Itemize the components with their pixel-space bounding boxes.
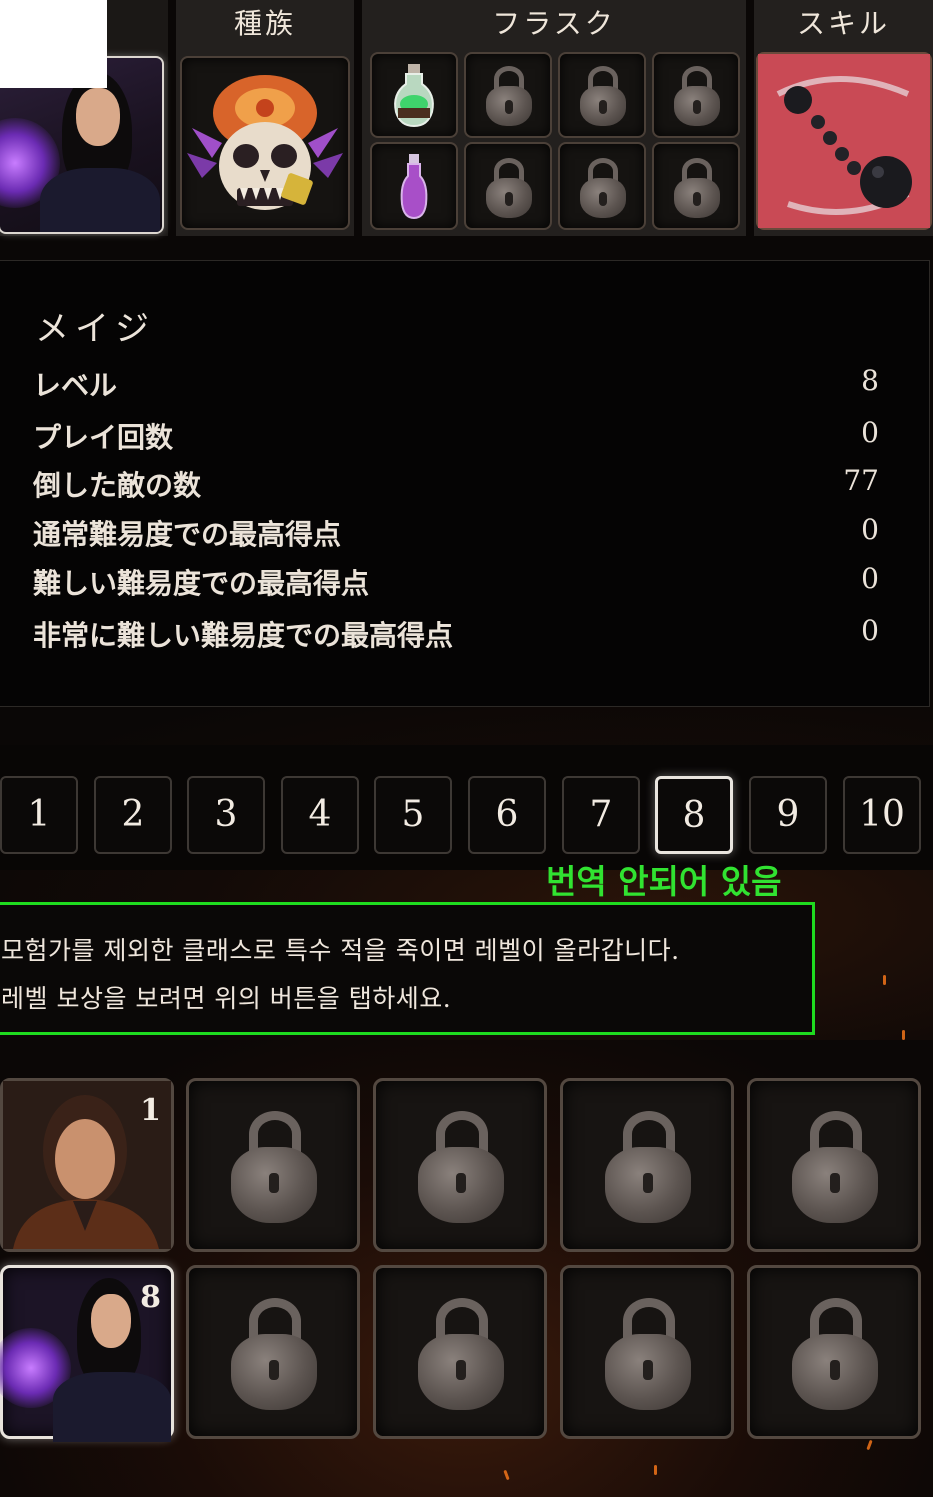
flask-slot-locked[interactable] xyxy=(464,142,552,230)
stat-value-level: 8 xyxy=(861,364,879,397)
stat-value-hard-best: 0 xyxy=(861,562,879,595)
description-line-2: 레벨 보상을 보려면 위의 버튼을 탭하세요. xyxy=(1,984,452,1013)
stats-panel: メイジ レベル 8 プレイ回数 0 倒した敵の数 77 通常難易度での最高得点 … xyxy=(0,260,930,707)
character-slot-locked[interactable] xyxy=(373,1078,547,1252)
stat-label-plays: プレイ回数 xyxy=(33,421,174,454)
chain-ball-icon xyxy=(758,54,930,228)
stat-label-hard-best: 難しい難易度での最高得点 xyxy=(33,567,370,600)
class-name: メイジ xyxy=(35,309,155,349)
character-slot-locked[interactable] xyxy=(560,1265,734,1439)
race-frame xyxy=(180,56,350,230)
flask-tab[interactable]: フラスク xyxy=(362,0,746,236)
flask-tab-title: フラスク xyxy=(492,7,616,40)
level-button-1[interactable]: 1 xyxy=(0,776,78,854)
adventurer-level-badge: 1 xyxy=(140,1093,161,1128)
translation-note: 번역 안되어 있음 xyxy=(546,862,782,901)
skill-tab-title: スキル xyxy=(796,7,890,40)
mage-level-badge: 8 xyxy=(140,1280,161,1315)
character-slot-locked[interactable] xyxy=(747,1078,921,1252)
stat-value-normal-best: 0 xyxy=(861,513,879,546)
redaction-box xyxy=(0,0,107,88)
flask-slot-green[interactable] xyxy=(370,52,458,138)
character-slot-locked[interactable] xyxy=(186,1078,360,1252)
level-button-9[interactable]: 9 xyxy=(749,776,827,854)
character-slot-locked[interactable] xyxy=(560,1078,734,1252)
stat-label-veryhard-best: 非常に難しい難易度での最高得点 xyxy=(33,619,454,652)
level-button-6[interactable]: 6 xyxy=(468,776,546,854)
flask-slot-locked[interactable] xyxy=(652,142,740,230)
character-slot-locked[interactable] xyxy=(186,1265,360,1439)
ember xyxy=(883,975,886,985)
skill-frame xyxy=(756,52,932,230)
flask-slot-locked[interactable] xyxy=(558,52,646,138)
level-button-3[interactable]: 3 xyxy=(187,776,265,854)
character-slot-locked[interactable] xyxy=(747,1265,921,1439)
race-tab[interactable]: 種族 xyxy=(176,0,354,236)
green-potion-icon xyxy=(394,64,434,128)
stat-label-kills: 倒した敵の数 xyxy=(33,469,202,502)
stat-value-kills: 77 xyxy=(843,464,879,497)
level-button-7[interactable]: 7 xyxy=(562,776,640,854)
level-button-5[interactable]: 5 xyxy=(374,776,452,854)
flask-slot-purple[interactable] xyxy=(370,142,458,230)
character-slot-mage[interactable]: 8 xyxy=(0,1265,174,1442)
stat-label-level: レベル xyxy=(33,369,118,402)
description-line-1: 모험가를 제외한 클래스로 특수 적을 죽이면 레벨이 올라갑니다. xyxy=(1,936,680,965)
description-box: 모험가를 제외한 클래스로 특수 적을 죽이면 레벨이 올라갑니다. 레벨 보상… xyxy=(0,902,815,1035)
ember xyxy=(654,1465,657,1475)
skill-tab[interactable]: スキル xyxy=(754,0,933,236)
level-button-4[interactable]: 4 xyxy=(281,776,359,854)
character-slot-locked[interactable] xyxy=(373,1265,547,1439)
flask-slot-locked[interactable] xyxy=(652,52,740,138)
stat-value-plays: 0 xyxy=(861,416,879,449)
skull-mask-icon xyxy=(187,75,343,210)
level-button-2[interactable]: 2 xyxy=(94,776,172,854)
flask-slot-locked[interactable] xyxy=(558,142,646,230)
flask-slot-locked[interactable] xyxy=(464,52,552,138)
race-tab-title: 種族 xyxy=(233,7,296,40)
stat-value-veryhard-best: 0 xyxy=(861,614,879,647)
level-button-10[interactable]: 10 xyxy=(843,776,921,854)
stat-label-normal-best: 通常難易度での最高得点 xyxy=(33,518,342,551)
purple-potion-icon xyxy=(400,154,428,220)
ember xyxy=(902,1030,905,1040)
level-button-8[interactable]: 8 xyxy=(655,776,733,854)
character-slot-adventurer[interactable]: 1 xyxy=(0,1078,174,1252)
